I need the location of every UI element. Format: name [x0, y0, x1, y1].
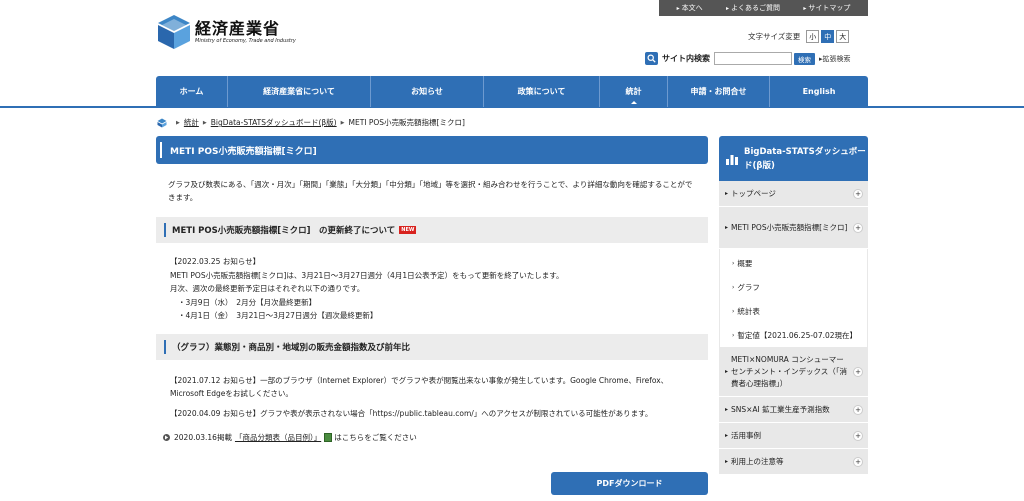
- util-link-skip[interactable]: ▸ 本文へ: [677, 3, 703, 13]
- arrow-right-icon: ▸: [725, 5, 729, 12]
- font-size-medium-button[interactable]: 中: [821, 30, 835, 43]
- side-subitem-overview[interactable]: › 概要: [720, 253, 867, 275]
- home-icon[interactable]: [157, 118, 167, 128]
- breadcrumb-current: METI POS小売販売額指標[ミクロ]: [348, 118, 465, 127]
- arrow-right-icon: ▸: [725, 367, 729, 375]
- notice-line: METI POS小売販売額指標[ミクロ]は、3月21日～3月27日週分（4月1日…: [170, 270, 564, 280]
- side-subitem-provisional[interactable]: › 暫定値【2021.06.25-07.02現在】: [720, 325, 867, 347]
- pdf-download-button[interactable]: PDFダウンロード: [551, 472, 708, 495]
- main-content: METI POS小売販売額指標[ミクロ] グラフ及び数表にある、「週次・月次」「…: [156, 136, 708, 495]
- expand-plus-icon[interactable]: +: [853, 222, 863, 233]
- arrow-right-icon: ▸: [725, 431, 729, 439]
- side-item-consumer-sentiment[interactable]: ▸ METI×NOMURA コンシューマーセンチメント・インデックス（「消費者心理…: [719, 347, 868, 397]
- notice-line: ・3月9日（水） 2月分【月次最終更新】: [178, 297, 317, 307]
- breadcrumb-dashboard[interactable]: BigData-STATSダッシュボード(β版): [211, 117, 337, 128]
- tableau-notice: 【2020.04.09 お知らせ】グラフや表が表示されない場合「https://…: [170, 408, 653, 418]
- nav-home[interactable]: ホーム: [156, 76, 228, 107]
- expand-plus-icon[interactable]: +: [853, 430, 863, 441]
- expand-plus-icon[interactable]: +: [853, 456, 863, 467]
- bar-chart-icon: [726, 154, 738, 165]
- arrow-right-icon: ›: [732, 284, 735, 291]
- section-graph-heading: （グラフ）業態別・商品別・地域別の販売金額指数及び前年比: [156, 333, 708, 360]
- nav-policy[interactable]: 政策について: [484, 76, 600, 107]
- breadcrumb-separator-icon: ▶: [340, 119, 345, 126]
- side-subitem-stat-table[interactable]: › 統計表: [720, 301, 867, 323]
- arrow-right-icon: ›: [732, 308, 735, 315]
- font-size-label: 文字サイズ変更: [748, 32, 801, 41]
- download-suffix: はこちらをご覧ください: [334, 433, 417, 442]
- section-end-of-update-heading: METI POS小売販売額指標[ミクロ] の更新終了について NEW: [156, 217, 708, 243]
- nav-statistics[interactable]: 統計: [600, 76, 668, 107]
- page-title-bar: METI POS小売販売額指標[ミクロ]: [156, 136, 708, 164]
- section-heading-text: METI POS小売販売額指標[ミクロ] の更新終了について: [172, 226, 396, 236]
- side-item-pos-micro[interactable]: ▸ METI POS小売販売額指標[ミクロ] +: [719, 207, 868, 249]
- site-search: サイト内検索 検索 ▸拡張検索: [645, 52, 851, 65]
- utility-bar: ▸ 本文へ ▸ よくあるご質問 ▸ サイトマップ: [659, 0, 868, 16]
- notice-line: ・4月1日（金） 3月21日～3月27日週分【週次最終更新】: [178, 311, 378, 320]
- expand-plus-icon[interactable]: +: [853, 188, 863, 199]
- breadcrumb-separator-icon: ▶: [202, 119, 207, 126]
- logo-subtitle: Ministry of Economy, Trade and Industry: [195, 38, 296, 44]
- new-badge: NEW: [399, 226, 417, 234]
- search-button[interactable]: 検索: [794, 52, 815, 65]
- nav-about[interactable]: 経済産業省について: [228, 76, 371, 107]
- arrow-right-icon: ▸: [803, 5, 807, 12]
- breadcrumb-separator-icon: ▶: [176, 119, 180, 126]
- arrow-right-icon: ›: [732, 332, 735, 339]
- arrow-right-icon: ▸: [725, 223, 729, 231]
- side-subitem-graph[interactable]: › グラフ: [720, 277, 867, 299]
- notice-line: 【2022.03.25 お知らせ】: [170, 257, 261, 266]
- nav-english[interactable]: English: [770, 76, 868, 107]
- arrow-right-icon: ▸: [676, 5, 680, 12]
- font-size-control: 文字サイズ変更 小 中 大: [748, 30, 850, 43]
- breadcrumb-statistics[interactable]: 統計: [184, 117, 199, 128]
- side-nav-header[interactable]: BigData-STATSダッシュボード(β版): [719, 136, 868, 181]
- search-input[interactable]: [714, 52, 792, 65]
- classification-table-link[interactable]: 「商品分類表（品目例）」: [235, 432, 321, 443]
- expand-plus-icon[interactable]: +: [853, 366, 863, 377]
- download-date: 2020.03.16掲載: [174, 433, 232, 442]
- search-label: サイト内検索: [662, 54, 710, 63]
- arrow-right-icon: ›: [732, 260, 735, 267]
- meti-logo[interactable]: 経済産業省 Ministry of Economy, Trade and Ind…: [156, 14, 296, 50]
- arrow-right-icon: ▸: [725, 457, 729, 465]
- util-link-sitemap[interactable]: ▸ サイトマップ: [803, 3, 850, 13]
- classification-download-row: 2020.03.16掲載 「商品分類表（品目例）」 はこちらをご覧ください: [156, 432, 708, 443]
- font-size-large-button[interactable]: 大: [836, 30, 850, 43]
- intro-text: グラフ及び数表にある、「週次・月次」「期間」「業態」「大分類」「中分類」「地域」…: [168, 180, 693, 202]
- side-nav-title: BigData-STATSダッシュボード(β版): [744, 146, 866, 171]
- page-title: METI POS小売販売額指標[ミクロ]: [170, 146, 317, 157]
- search-icon: [645, 52, 658, 65]
- logo-title: 経済産業省: [195, 19, 281, 38]
- excel-file-icon: [324, 433, 333, 442]
- side-item-usage-notes[interactable]: ▸ 利用上の注意等 +: [719, 449, 868, 475]
- side-item-top-page[interactable]: ▸ トップページ +: [719, 181, 868, 207]
- nav-news[interactable]: お知らせ: [371, 76, 484, 107]
- advanced-search-link[interactable]: ▸拡張検索: [819, 54, 851, 64]
- side-item-use-cases[interactable]: ▸ 活用事例 +: [719, 423, 868, 449]
- notice-line: 月次、週次の最終更新予定日はそれぞれ以下の通りです。: [170, 284, 365, 293]
- util-link-faq[interactable]: ▸ よくあるご質問: [726, 3, 780, 13]
- global-nav: ホーム 経済産業省について お知らせ 政策について 統計 申請・お問合せ Eng…: [156, 76, 868, 107]
- meti-logo-icon: [158, 15, 190, 49]
- expand-plus-icon[interactable]: +: [853, 404, 863, 415]
- arrow-right-icon: ▸: [725, 405, 729, 413]
- side-item-sns-ai[interactable]: ▸ SNS×AI 鉱工業生産予測指数 +: [719, 397, 868, 423]
- side-nav: BigData-STATSダッシュボード(β版) ▸ トップページ + ▸ METI…: [719, 136, 868, 475]
- breadcrumb: ▶ 統計 ▶ BigData-STATSダッシュボード(β版) ▶ METI P…: [157, 117, 465, 128]
- arrow-right-icon: [163, 434, 170, 441]
- end-of-update-notice: 【2022.03.25 お知らせ】 METI POS小売販売額指標[ミクロ]は、…: [156, 255, 708, 323]
- nav-contact[interactable]: 申請・お問合せ: [668, 76, 770, 107]
- font-size-small-button[interactable]: 小: [806, 30, 820, 43]
- side-submenu-pos-micro: › 概要 › グラフ › 統計表 › 暫定値【2021.06.25-07.02現在】: [719, 249, 868, 347]
- browser-notice: 【2021.07.12 お知らせ】一部のブラウザ（Internet Explor…: [170, 375, 669, 399]
- arrow-right-icon: ▸: [725, 189, 729, 197]
